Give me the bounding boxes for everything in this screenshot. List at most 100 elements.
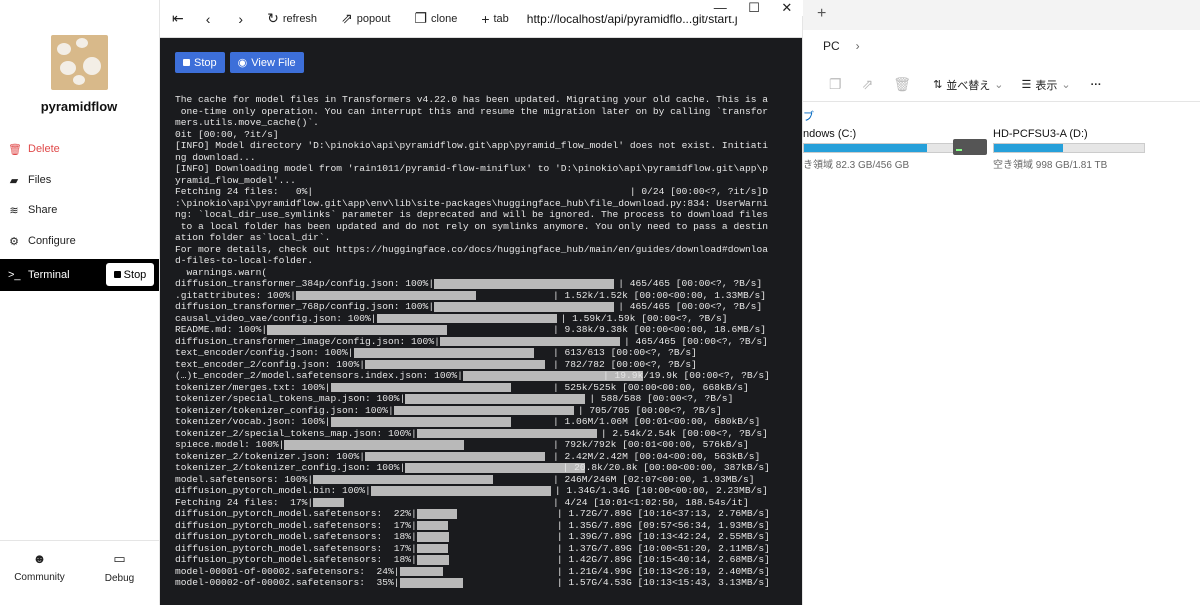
share-icon[interactable]: ⇗: [862, 76, 874, 93]
refresh-icon: ↻: [267, 10, 279, 26]
progress-label: tokenizer/merges.txt: 100%|: [175, 381, 331, 393]
sidebar-item-label: Terminal: [28, 269, 70, 281]
back-button[interactable]: ‹: [206, 11, 211, 27]
new-tab-plus-icon[interactable]: +: [817, 5, 826, 23]
progress-bar: [365, 451, 546, 461]
log-line: one-time only operation. You can interru…: [175, 105, 768, 117]
sidebar-item-configure[interactable]: ⚙ Configure: [0, 227, 159, 255]
progress-line: diffusion_transformer_384p/config.json: …: [175, 278, 775, 290]
progress-bar: [313, 497, 344, 507]
sidebar-item-share[interactable]: ≋ Share: [0, 196, 159, 224]
refresh-button[interactable]: ↻ refresh: [267, 10, 317, 27]
progress-line: text_encoder/config.json: 100%| | 613/613…: [175, 347, 775, 359]
terminal-icon: >_: [8, 269, 21, 281]
progress-label: diffusion_pytorch_model.safetensors: 17%…: [175, 519, 417, 531]
drive-usage-fill: [994, 144, 1063, 152]
progress-stats: | 465/465 [00:00<?, ?B/s]: [623, 335, 768, 347]
chevron-right-icon: ›: [238, 10, 244, 27]
progress-bar: [353, 348, 534, 358]
close-icon[interactable]: ✕: [781, 0, 792, 16]
maximize-icon[interactable]: ☐: [748, 0, 760, 16]
progress-line: tokenizer/merges.txt: 100%| | 525k/525k […: [175, 382, 775, 394]
progress-label: spiece.model: 100%|: [175, 439, 285, 450]
sidebar-item-delete[interactable]: 🗑 Delete: [0, 135, 159, 163]
progress-line: README.md: 100%| | 9.38k/9.38k [00:00<00:…: [175, 324, 775, 336]
progress-line: tokenizer/special_tokens_map.json: 100%|…: [175, 393, 775, 405]
more-options-icon[interactable]: ···: [1091, 79, 1102, 91]
copy-icon[interactable]: ❐: [829, 76, 842, 93]
progress-label: diffusion_pytorch_model.safetensors: 22%…: [175, 508, 417, 519]
progress-label: diffusion_transformer_768p/config.json: …: [175, 301, 435, 312]
progress-bar: [393, 405, 574, 415]
log-line: For more details, check out https://hugg…: [175, 243, 768, 255]
progress-stats: | 705/705 [00:00<?, ?B/s]: [577, 404, 722, 416]
sidebar-item-terminal[interactable]: >_ Terminal Stop: [0, 259, 159, 291]
progress-line: Fetching 24 files: 17%| | 4/24 [10:01<1:0…: [175, 497, 775, 509]
view-file-button[interactable]: ◉ View File: [229, 52, 304, 73]
sidebar-item-label: Share: [28, 204, 58, 216]
terminal-panel[interactable]: Stop ◉ View File The cache for model fil…: [160, 38, 802, 605]
progress-line: tokenizer/tokenizer_config.json: 100%| | …: [175, 405, 775, 417]
exit-icon: ⇤: [172, 10, 184, 26]
progress-line: diffusion_pytorch_model.safetensors: 17%…: [175, 520, 775, 532]
progress-stats: | 1.57G/4.53G [10:13<15:43, 3.13MB/s]: [556, 577, 770, 588]
forward-button[interactable]: ›: [238, 11, 243, 27]
list-view-icon: ☰: [1021, 79, 1032, 91]
sort-button[interactable]: ⇅ 並べ替え ⌄: [933, 77, 1003, 93]
view-button[interactable]: ☰ 表示 ⌄: [1022, 77, 1071, 93]
progress-bar: [434, 279, 615, 289]
progress-stats: | 246M/246M [02:07<00:00, 1.93MB/s]: [553, 473, 755, 485]
progress-label: tokenizer_2/tokenizer_config.json: 100%|: [175, 462, 406, 473]
progress-stats: | 4/24 [10:01<1:02:50, 188.54s/it]: [553, 496, 749, 508]
monitor-icon: ▭: [113, 551, 126, 566]
progress-stats: | 1.52k/1.52k [00:00<00:00, 1.33MB/s]: [553, 289, 767, 301]
breadcrumb-pc[interactable]: PC: [823, 39, 840, 53]
progress-stats: | 1.59k/1.59k [00:00<?, ?B/s]: [560, 312, 728, 324]
sidebar-toggle-button[interactable]: ⇤: [172, 10, 184, 27]
progress-bar: [434, 302, 615, 312]
community-button[interactable]: ☻ Community: [0, 551, 79, 583]
trash-icon: 🗑: [8, 143, 22, 156]
new-tab-button[interactable]: + tab: [481, 11, 508, 27]
chevron-left-icon: ‹: [205, 10, 211, 27]
progress-line: model-00002-of-00002.safetensors: 35%| | …: [175, 577, 775, 589]
progress-label: model-00001-of-00002.safetensors: 24%|: [175, 565, 400, 577]
progress-stats: | 792k/792k [00:01<00:00, 576kB/s]: [553, 439, 749, 450]
progress-label: tokenizer_2/tokenizer.json: 100%|: [175, 450, 365, 462]
log-line: to a local folder has been updated and d…: [175, 220, 768, 232]
stop-button[interactable]: Stop: [175, 52, 225, 73]
progress-label: tokenizer/special_tokens_map.json: 100%|: [175, 393, 406, 404]
progress-stats: | 1.39G/7.89G [10:13<42:24, 2.55MB/s]: [556, 531, 770, 542]
wifi-icon: ≋: [9, 204, 19, 217]
clone-button[interactable]: ❐ clone: [414, 10, 457, 27]
sidebar-item-files[interactable]: ▰ Files: [0, 166, 159, 194]
chevron-down-icon: ⌄: [994, 79, 1004, 91]
progress-bar: [416, 543, 448, 553]
log-line: ng download...: [175, 151, 256, 163]
progress-stats: | 1.06M/1.06M [00:01<00:00, 680kB/s]: [553, 416, 761, 427]
progress-line: diffusion_transformer_768p/config.json: …: [175, 301, 775, 313]
app-sidebar: pyramidflow 🗑 Delete ▰ Files ≋ Share ⚙ C…: [0, 0, 160, 605]
log-line: ation folder as`local_dir`.: [175, 232, 331, 243]
explorer-command-bar: ❐ ⇗ 🗑 ⇅ 並べ替え ⌄ ☰ 表示 ⌄ ···: [803, 68, 1200, 102]
progress-stats: | 1.42G/7.89G [10:15<40:14, 2.68MB/s]: [556, 554, 770, 565]
terminal-stop-button[interactable]: Stop: [106, 263, 154, 286]
popout-button[interactable]: ⇗ popout: [341, 10, 390, 27]
address-bar[interactable]: PC ›: [803, 30, 1200, 62]
progress-label: model-00002-of-00002.safetensors: 35%|: [175, 577, 400, 588]
minimize-icon[interactable]: —: [714, 0, 727, 16]
progress-bar: [416, 532, 450, 542]
progress-line: causal_video_vae/config.json: 100%| | 1.5…: [175, 313, 775, 325]
progress-bar: [295, 290, 476, 300]
debug-button[interactable]: ▭ Debug: [80, 551, 159, 584]
drive-c[interactable]: ndows (C:) き領域 82.3 GB/456 GB: [803, 128, 955, 171]
folder-icon: ▰: [9, 174, 19, 187]
terminal-output: The cache for model files in Transformer…: [175, 94, 775, 589]
progress-label: Fetching 24 files: 17%|: [175, 496, 314, 508]
progress-line: tokenizer_2/special_tokens_map.json: 100…: [175, 428, 775, 440]
sidebar-item-label: Files: [28, 174, 52, 186]
log-line: d-files-to-local-folder.: [175, 255, 314, 266]
drive-d[interactable]: HD-PCFSU3-A (D:) 空き領域 998 GB/1.81 TB: [993, 128, 1145, 171]
copy-icon: ❐: [414, 10, 428, 26]
trash-icon[interactable]: 🗑: [893, 76, 911, 93]
